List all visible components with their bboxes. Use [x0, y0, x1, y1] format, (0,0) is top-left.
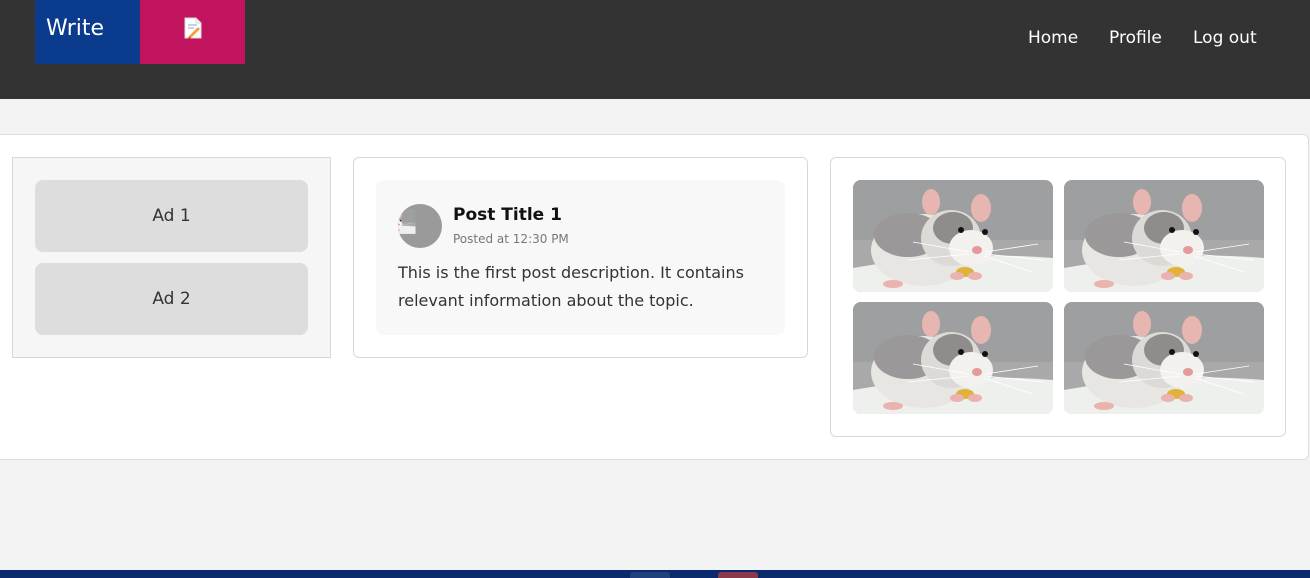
gallery-image[interactable] [1064, 180, 1264, 292]
write-button-label: Write [46, 16, 105, 41]
edit-document-icon [184, 17, 202, 39]
gallery-image[interactable] [1064, 302, 1264, 414]
write-button[interactable]: Write [35, 0, 140, 64]
ad-2[interactable]: Ad 2 [35, 263, 308, 335]
nav-logout-link[interactable]: Log out [1193, 28, 1257, 48]
ad-1[interactable]: Ad 1 [35, 180, 308, 252]
gallery-image[interactable] [853, 180, 1053, 292]
write-icon-button[interactable] [140, 0, 245, 64]
post-description: This is the first post description. It c… [398, 263, 744, 310]
gallery-image[interactable] [853, 302, 1053, 414]
post-timestamp: Posted at 12:30 PM [453, 232, 569, 246]
nav-home-link[interactable]: Home [1028, 28, 1078, 48]
taskbar-app-icon[interactable] [718, 572, 758, 578]
taskbar-app-icon[interactable] [630, 572, 670, 578]
post-author-avatar [398, 204, 442, 248]
nav-profile-link[interactable]: Profile [1109, 28, 1162, 48]
post-title[interactable]: Post Title 1 [453, 205, 562, 225]
